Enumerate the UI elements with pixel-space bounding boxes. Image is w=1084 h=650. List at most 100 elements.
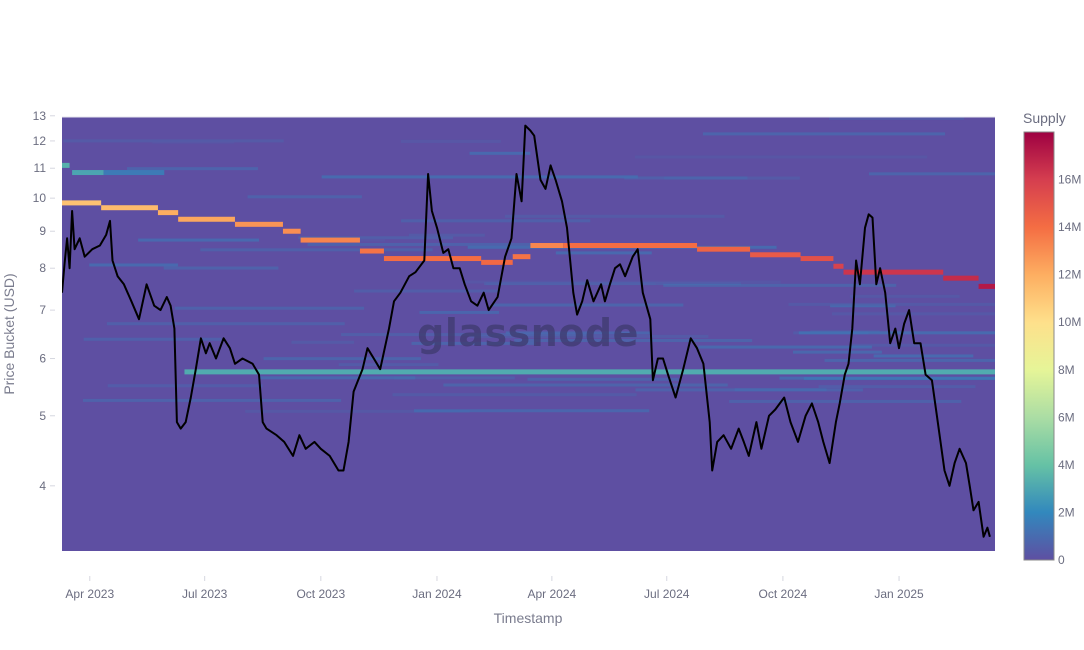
dominant-cost-basis-band-cell: [383, 256, 482, 262]
x-axis: Apr 2023 Jul 2023 Oct 2023 Jan 2024 Apr 2024…: [65, 576, 924, 601]
faint-supply-cell: [698, 345, 872, 349]
colorbar-tick-label: 0: [1058, 553, 1065, 567]
dominant-cost-basis-band-cell: [833, 263, 844, 269]
colorbar-tick-label: 8M: [1058, 363, 1075, 377]
colorbar-tick-label: 2M: [1058, 505, 1075, 519]
faint-supply-cell: [831, 312, 995, 316]
dominant-cost-basis-band-cell: [359, 248, 384, 254]
faint-supply-cell: [634, 155, 928, 159]
dominant-cost-basis-band-cell: [101, 205, 158, 211]
early-high-band-cell: [72, 170, 104, 176]
faint-supply-cell: [247, 195, 362, 199]
watermark: glassnode: [417, 311, 639, 355]
faint-supply-cell: [138, 238, 259, 242]
y-tick-label: 9: [39, 224, 46, 238]
dominant-cost-basis-band-cell: [697, 246, 751, 252]
faint-supply-cell: [89, 263, 178, 267]
early-high-band-cell: [103, 170, 165, 176]
dominant-cost-basis-band-cell: [282, 228, 301, 234]
x-tick-label: Jan 2025: [874, 587, 924, 601]
faint-supply-cell: [83, 398, 342, 402]
faint-supply-cell: [702, 132, 946, 136]
faint-supply-cell: [849, 343, 995, 347]
faint-supply-cell: [127, 167, 258, 171]
y-axis-title: Price Bucket (USD): [1, 273, 17, 394]
dominant-cost-basis-band-cell: [750, 252, 801, 258]
x-tick-label: Jan 2024: [412, 587, 462, 601]
colorbar-tick-label: 14M: [1058, 220, 1081, 234]
y-tick-label: 6: [39, 352, 46, 366]
faint-supply-cell: [152, 140, 235, 144]
faint-supply-cell: [263, 357, 421, 361]
y-tick-label: 10: [33, 191, 47, 205]
x-tick-label: Apr 2024: [528, 587, 577, 601]
y-tick-label: 4: [39, 479, 46, 493]
dominant-cost-basis-band-cell: [300, 237, 360, 243]
faint-supply-cell: [338, 363, 439, 367]
colorbar-tick-label: 16M: [1058, 173, 1081, 187]
dominant-cost-basis-band-cell: [800, 256, 834, 262]
faint-supply-cell: [200, 248, 433, 252]
faint-supply-cell: [401, 219, 591, 223]
faint-supply-cell: [291, 340, 355, 344]
plot-area: glassnode: [62, 116, 995, 551]
faint-supply-cell: [408, 233, 485, 237]
dominant-cost-basis-band-cell: [943, 275, 979, 281]
faint-supply-cell: [527, 377, 679, 381]
faint-supply-cell: [443, 383, 728, 387]
y-tick-label: 13: [33, 109, 47, 123]
dominant-cost-basis-band-cell: [978, 283, 995, 289]
faint-supply-cell: [400, 139, 501, 143]
faint-supply-cell: [469, 151, 531, 155]
faint-supply-cell: [106, 322, 345, 326]
y-tick-label: 5: [39, 409, 46, 423]
colorbar-gradient: [1023, 131, 1055, 561]
faint-supply-cell: [107, 384, 263, 388]
faint-supply-cell: [174, 306, 365, 310]
y-tick-label: 11: [34, 161, 47, 175]
x-tick-label: Jul 2024: [644, 587, 690, 601]
dominant-cost-basis-band-cell: [178, 216, 235, 222]
dominant-cost-basis-band-cell: [481, 259, 513, 265]
x-tick-label: Apr 2023: [65, 587, 114, 601]
faint-supply-cell: [635, 388, 863, 392]
faint-supply-cell: [849, 294, 960, 298]
colorbar-tick-label: 12M: [1058, 268, 1081, 282]
y-tick-label: 8: [39, 261, 46, 275]
faint-supply-cell: [663, 283, 897, 287]
dominant-cost-basis-band-cell: [512, 254, 531, 260]
early-high-band-cell: [62, 162, 70, 168]
x-tick-label: Oct 2024: [759, 587, 808, 601]
faint-supply-cell: [492, 303, 684, 307]
colorbar-tick-label: 6M: [1058, 410, 1075, 424]
faint-supply-cell: [793, 350, 882, 354]
x-tick-label: Oct 2023: [296, 587, 345, 601]
dominant-cost-basis-band-cell: [234, 221, 283, 227]
x-axis-title: Timestamp: [494, 610, 563, 626]
dominant-cost-basis-band-cell: [62, 200, 102, 206]
faint-supply-cell: [163, 266, 279, 270]
faint-supply-cell: [624, 176, 748, 180]
faint-supply-cell: [504, 214, 725, 218]
faint-supply-cell: [392, 393, 637, 397]
colorbar-tick-label: 4M: [1058, 458, 1075, 472]
y-tick-label: 7: [39, 303, 46, 317]
y-tick-label: 12: [33, 134, 47, 148]
x-tick-label: Jul 2023: [182, 587, 228, 601]
faint-supply-cell: [414, 409, 650, 413]
dominant-cost-basis-band-cell: [563, 243, 698, 249]
y-axis: 4 5 6 7 8 9 10 11 12 13: [33, 109, 55, 493]
faint-supply-cell: [354, 289, 500, 293]
faint-supply-cell: [729, 399, 962, 403]
colorbar-tick-label: 10M: [1058, 315, 1081, 329]
dominant-cost-basis-band-cell: [157, 210, 179, 216]
persistent-support-band-cell: [184, 369, 995, 375]
faint-supply-cell: [462, 280, 781, 284]
faint-supply-cell: [321, 175, 638, 179]
dominant-cost-basis-band-cell: [530, 243, 564, 249]
supply-heatmap-chart: glassnode 4 5 6 7 8 9 10 11 12 13 Apr 2023 Jul 202…: [1, 109, 1081, 626]
colorbar-title: Supply: [1023, 110, 1066, 126]
colorbar: Supply 0 2M 4M 6M 8M 10M 12M 14M 16M: [1023, 110, 1081, 567]
faint-supply-cell: [257, 376, 416, 380]
faint-supply-cell: [393, 376, 515, 380]
